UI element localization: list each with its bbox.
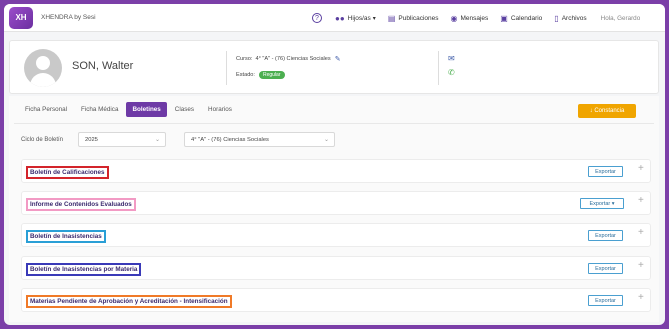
nav-publicaciones-label: Publicaciones bbox=[398, 14, 439, 22]
year-select-value: 2025 bbox=[85, 136, 98, 143]
course-info: Curso: 4° "A" - (76) Ciencias Sociales ✎ bbox=[236, 55, 341, 63]
expand-plus-icon[interactable]: + bbox=[638, 260, 644, 271]
nav-calendario-label: Calendario bbox=[510, 14, 543, 22]
nav-mensajes-label: Mensajes bbox=[460, 14, 489, 22]
divider bbox=[226, 51, 227, 85]
tab-horarios[interactable]: Horarios bbox=[202, 102, 238, 117]
publications-icon: ▤ bbox=[387, 13, 396, 23]
section-title: Boletín de Inasistencias bbox=[26, 230, 106, 243]
status-badge: Regular bbox=[258, 71, 285, 79]
section-title: Informe de Contenidos Evaluados bbox=[26, 198, 136, 211]
help-icon[interactable]: ? bbox=[312, 13, 322, 23]
user-greeting[interactable]: Hola, Gerardo bbox=[601, 15, 641, 22]
nav-hijos-label: Hijos/as bbox=[347, 14, 371, 22]
status-label: Estado: bbox=[236, 72, 255, 78]
section-informe-contenidos[interactable]: Informe de Contenidos Evaluados Exportar… bbox=[21, 191, 651, 215]
export-button[interactable]: Exportar bbox=[588, 263, 623, 274]
top-nav: ? ●● Hijos/as ▾ ▤ Publicaciones ◉ Mensaj… bbox=[312, 4, 640, 32]
section-title: Materias Pendiente de Aprobación y Acred… bbox=[26, 295, 232, 308]
chevron-down-icon: ▾ bbox=[372, 15, 376, 22]
section-title: Boletín de Inasistencias por Materia bbox=[26, 263, 142, 276]
section-title: Boletín de Calificaciones bbox=[26, 166, 109, 179]
course-label: Curso: bbox=[236, 56, 253, 62]
section-boletin-inasistencias[interactable]: Boletín de Inasistencias Exportar + bbox=[21, 223, 651, 247]
files-icon: ▯ bbox=[554, 13, 559, 23]
users-icon: ●● bbox=[335, 13, 345, 23]
boletines-panel: Ficha Personal Ficha Médica Boletines Cl… bbox=[9, 96, 659, 322]
app-title: XHENDRA by Sesi bbox=[41, 14, 96, 21]
export-dropdown-button[interactable]: Exportar ▾ bbox=[580, 198, 624, 209]
expand-plus-icon[interactable]: + bbox=[638, 227, 644, 238]
nav-calendario[interactable]: ▣ Calendario bbox=[500, 14, 542, 23]
student-name: SON, Walter bbox=[72, 60, 134, 72]
cycle-label: Ciclo de Boletín bbox=[21, 137, 64, 143]
chevron-down-icon: ⌄ bbox=[154, 137, 160, 143]
course-select[interactable]: 4° "A" - (76) Ciencias Sociales ⌄ bbox=[184, 132, 335, 147]
tab-boletines[interactable]: Boletines bbox=[126, 102, 167, 117]
nav-archivos[interactable]: ▯ Archivos bbox=[554, 14, 586, 23]
expand-plus-icon[interactable]: + bbox=[638, 163, 644, 174]
course-select-value: 4° "A" - (76) Ciencias Sociales bbox=[191, 136, 269, 143]
phone-icon[interactable]: ✆ bbox=[448, 68, 455, 77]
tab-ficha-medica[interactable]: Ficha Médica bbox=[75, 102, 124, 117]
export-button[interactable]: Exportar bbox=[588, 295, 623, 306]
export-button[interactable]: Exportar bbox=[588, 166, 623, 177]
course-value: 4° "A" - (76) Ciencias Sociales bbox=[255, 56, 331, 62]
mail-icon[interactable]: ✉ bbox=[448, 54, 455, 63]
section-boletin-calificaciones[interactable]: Boletín de Calificaciones Exportar + bbox=[21, 159, 651, 183]
year-select[interactable]: 2025 ⌄ bbox=[78, 132, 166, 147]
student-profile-card: SON, Walter Curso: 4° "A" - (76) Ciencia… bbox=[9, 40, 659, 94]
divider bbox=[438, 51, 439, 85]
calendar-icon: ▣ bbox=[500, 13, 508, 23]
nav-publicaciones[interactable]: ▤ Publicaciones bbox=[388, 14, 439, 23]
tab-ficha-personal[interactable]: Ficha Personal bbox=[19, 102, 73, 117]
nav-hijos[interactable]: ●● Hijos/as ▾ bbox=[335, 14, 376, 23]
tab-bar: Ficha Personal Ficha Médica Boletines Cl… bbox=[19, 102, 240, 117]
app-window: XH XHENDRA by Sesi ? ●● Hijos/as ▾ ▤ Pub… bbox=[4, 4, 665, 325]
chevron-down-icon: ⌄ bbox=[323, 137, 329, 143]
section-materias-pendientes[interactable]: Materias Pendiente de Aprobación y Acred… bbox=[21, 288, 651, 312]
avatar bbox=[24, 49, 62, 87]
export-button[interactable]: Exportar bbox=[588, 230, 623, 241]
messages-icon: ◉ bbox=[450, 13, 458, 23]
tab-clases[interactable]: Clases bbox=[169, 102, 200, 117]
edit-pencil-icon[interactable]: ✎ bbox=[335, 55, 341, 63]
status-info: Estado: Regular bbox=[236, 71, 285, 79]
tab-divider bbox=[14, 123, 654, 124]
nav-archivos-label: Archivos bbox=[561, 14, 587, 22]
expand-plus-icon[interactable]: + bbox=[638, 292, 644, 303]
top-bar: XH XHENDRA by Sesi ? ●● Hijos/as ▾ ▤ Pub… bbox=[4, 4, 665, 32]
app-logo[interactable]: XH bbox=[9, 6, 33, 29]
section-inasistencias-por-materia[interactable]: Boletín de Inasistencias por Materia Exp… bbox=[21, 256, 651, 280]
nav-mensajes[interactable]: ◉ Mensajes bbox=[450, 14, 488, 23]
constancia-button[interactable]: ↓ Constancia bbox=[578, 104, 636, 118]
expand-plus-icon[interactable]: + bbox=[638, 195, 644, 206]
